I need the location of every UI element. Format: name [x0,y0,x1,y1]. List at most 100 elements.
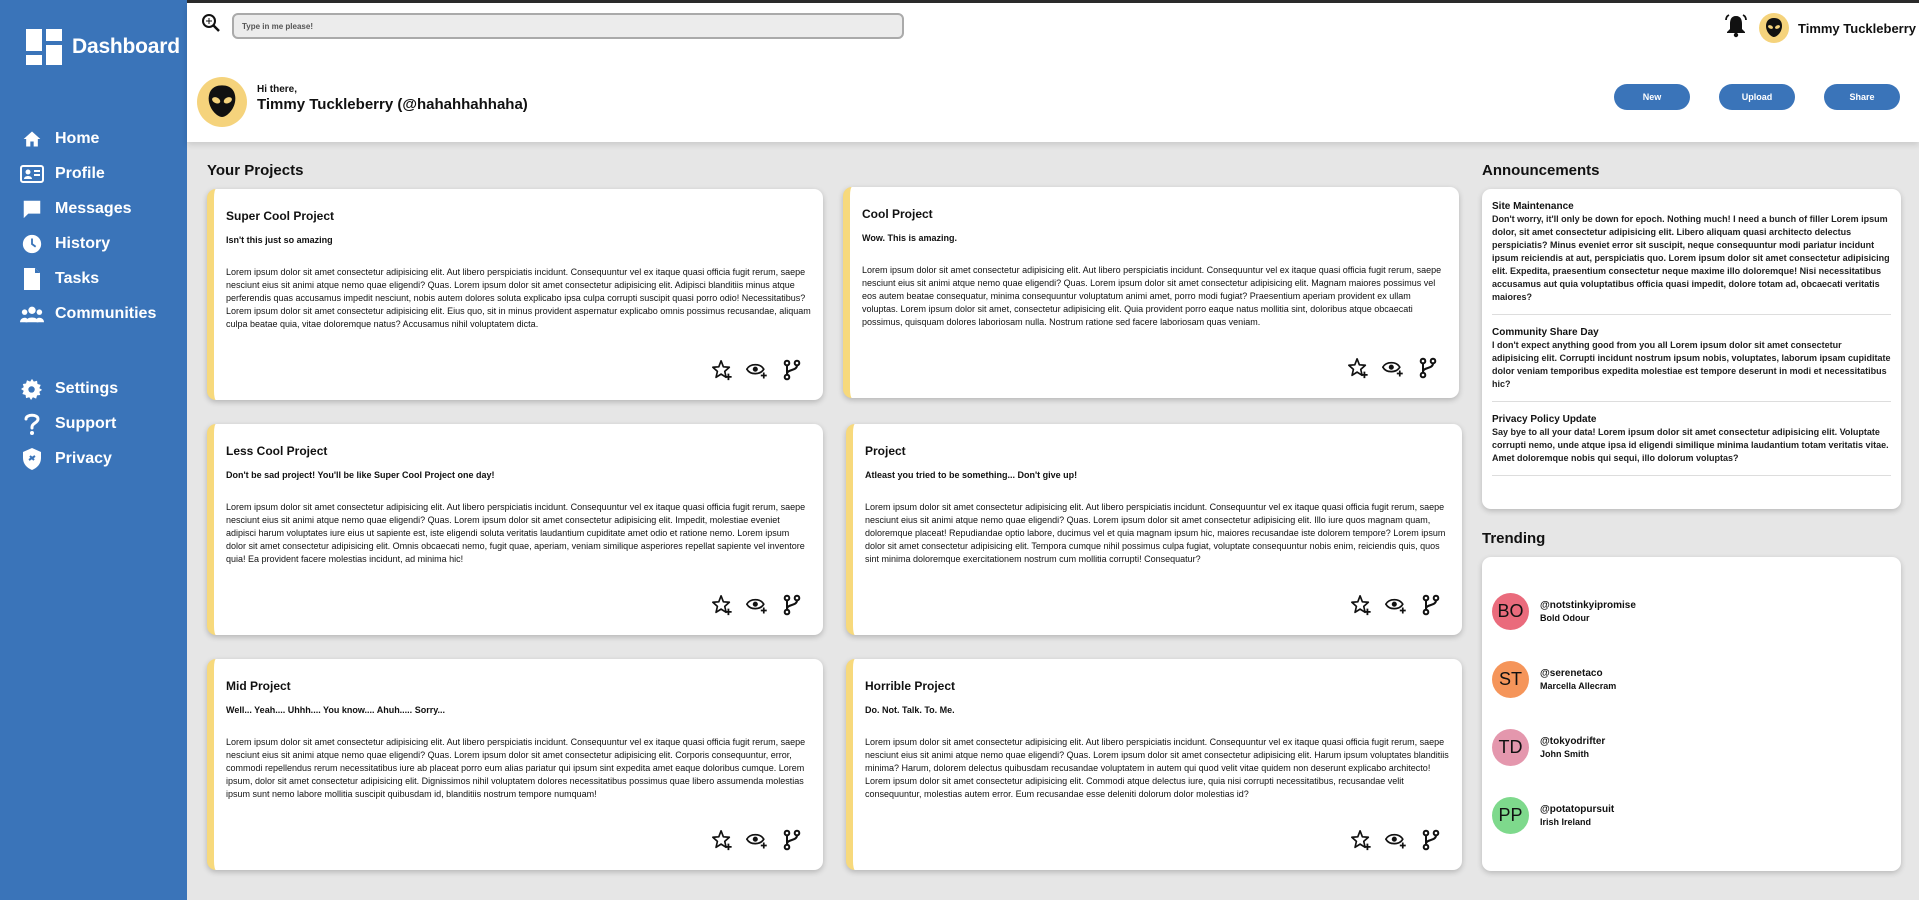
sidebar-item-history[interactable]: History [0,226,187,261]
brand[interactable]: Dashboard [24,27,180,67]
sidebar-item-label: Messages [55,199,132,217]
project-card[interactable]: Cool Project Wow. This is amazing. Lorem… [843,187,1459,398]
announcement-title: Site Maintenance [1492,201,1574,212]
announcement-title: Privacy Policy Update [1492,414,1597,425]
project-description: Lorem ipsum dolor sit amet consectetur a… [865,737,1449,799]
eye-add-icon[interactable] [746,594,768,616]
sidebar-item-settings[interactable]: Settings [0,371,187,406]
project-card[interactable]: Less Cool Project Don't be sad project! … [207,424,823,635]
sidebar-item-privacy[interactable]: Privacy [0,441,187,476]
sidebar-item-label: Support [55,414,117,432]
sidebar-item-label: Home [55,129,100,147]
trending-user[interactable]: TD @tokyodrifter John Smith [1492,729,1605,766]
trending-title: Trending [1482,530,1546,547]
home-icon [20,127,44,151]
announcement-body: Don't worry, it'll only be down for epoc… [1492,214,1890,302]
sidebar-item-support[interactable]: Support [0,406,187,441]
fork-icon[interactable] [781,829,803,851]
announcement-item[interactable]: Site Maintenance Don't worry, it'll only… [1492,189,1891,315]
project-card[interactable]: Project Atleast you tried to be somethin… [846,424,1462,635]
fork-icon[interactable] [1420,594,1442,616]
project-subtitle: Isn't this just so amazing [226,235,333,245]
people-icon [20,302,44,326]
sidebar-item-home[interactable]: Home [0,121,187,156]
fork-icon[interactable] [1420,829,1442,851]
project-title: Super Cool Project [226,209,335,223]
project-actions [1350,829,1442,851]
bell-icon[interactable] [1723,14,1749,43]
star-add-icon[interactable] [1350,594,1372,616]
project-card[interactable]: Super Cool Project Isn't this just so am… [207,189,823,400]
project-card[interactable]: Mid Project Well... Yeah.... Uhhh.... Yo… [207,659,823,870]
trending-user[interactable]: BO @notstinkyipromise Bold Odour [1492,593,1636,630]
sidebar-item-tasks[interactable]: Tasks [0,261,187,296]
sidebar-item-label: Privacy [55,449,112,467]
user-name[interactable]: Timmy Tuckleberry [1798,21,1916,36]
project-description: Lorem ipsum dolor sit amet consectetur a… [226,737,806,799]
eye-add-icon[interactable] [1385,594,1407,616]
star-add-icon[interactable] [711,359,733,381]
sidebar-item-label: Tasks [55,269,100,287]
star-add-icon[interactable] [1347,357,1369,379]
project-title: Cool Project [862,207,933,221]
new-button[interactable]: New [1614,84,1690,110]
project-description: Lorem ipsum dolor sit amet consectetur a… [865,502,1446,564]
eye-add-icon[interactable] [1385,829,1407,851]
user-handle: @potatopursuit [1540,804,1615,815]
announcement-item[interactable]: Community Share Day I don't expect anyth… [1492,315,1891,402]
user-handle: @serenetaco [1540,668,1603,679]
eye-add-icon[interactable] [746,829,768,851]
user-display-name: Bold Odour [1540,613,1590,623]
announcements-panel: Site Maintenance Don't worry, it'll only… [1482,189,1901,509]
user-display-name: Irish Ireland [1540,817,1592,827]
project-subtitle: Wow. This is amazing. [862,233,958,243]
sidebar-item-messages[interactable]: Messages [0,191,187,226]
search-icon[interactable] [201,13,221,38]
avatar: TD [1492,729,1529,766]
avatar: PP [1492,797,1529,834]
user-avatar[interactable] [1759,13,1789,48]
upload-button[interactable]: Upload [1719,84,1795,110]
sidebar-item-label: Profile [55,164,105,182]
project-subtitle: Do. Not. Talk. To. Me. [865,705,955,715]
avatar: BO [1492,593,1529,630]
project-actions [1350,594,1442,616]
project-actions [1347,357,1439,379]
share-button[interactable]: Share [1824,84,1900,110]
trending-user[interactable]: ST @serenetaco Marcella Allecram [1492,661,1616,698]
project-actions [711,829,803,851]
sidebar-item-profile[interactable]: Profile [0,156,187,191]
announcement-title: Community Share Day [1492,327,1599,338]
search-input[interactable] [232,13,904,39]
eye-add-icon[interactable] [1382,357,1404,379]
fork-icon[interactable] [1417,357,1439,379]
star-add-icon[interactable] [1350,829,1372,851]
sidebar: Dashboard Home Profile Messages History [0,0,187,900]
project-actions [711,594,803,616]
announcement-body: I don't expect anything good from you al… [1492,340,1891,389]
fork-icon[interactable] [781,359,803,381]
project-title: Project [865,444,906,458]
sidebar-item-label: History [55,234,111,252]
announcement-item[interactable]: Privacy Policy Update Say bye to all you… [1492,402,1891,476]
header: Timmy Tuckleberry Hi there, Timmy Tuckle… [187,3,1919,142]
project-subtitle: Atleast you tried to be something... Don… [865,470,1078,480]
greeting-text: Hi there, [257,84,298,95]
document-icon [20,267,44,291]
star-add-icon[interactable] [711,829,733,851]
trending-panel: BO @notstinkyipromise Bold Odour ST @ser… [1482,557,1901,871]
star-add-icon[interactable] [711,594,733,616]
sidebar-nav: Home Profile Messages History Tasks Comm… [0,121,187,476]
eye-add-icon[interactable] [746,359,768,381]
greeting-name: Timmy Tuckleberry (@hahahhahhaha) [257,96,528,113]
user-display-name: Marcella Allecram [1540,681,1617,691]
project-card[interactable]: Horrible Project Do. Not. Talk. To. Me. … [846,659,1462,870]
dashboard-logo-icon [26,29,62,65]
fork-icon[interactable] [781,594,803,616]
project-description: Lorem ipsum dolor sit amet consectetur a… [862,265,1442,327]
sidebar-item-communities[interactable]: Communities [0,296,187,331]
trending-user[interactable]: PP @potatopursuit Irish Ireland [1492,797,1614,834]
project-title: Mid Project [226,679,291,693]
app-title: Dashboard [72,35,180,58]
user-handle: @tokyodrifter [1540,736,1606,747]
